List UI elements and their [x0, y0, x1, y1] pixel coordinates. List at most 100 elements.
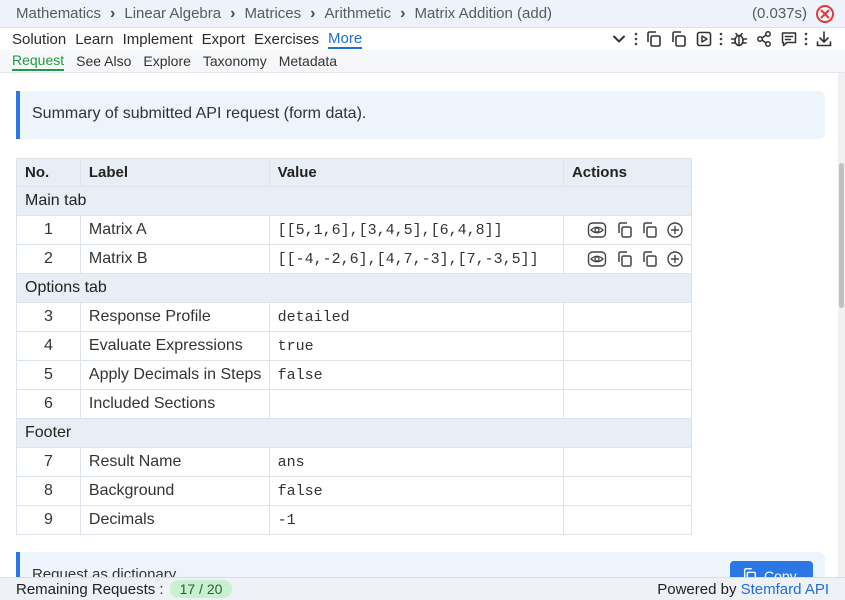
table-row: 3 Response Profile detailed: [16, 302, 693, 332]
row-value: -1: [268, 505, 564, 535]
table-row: 8 Background false: [16, 476, 693, 506]
vertical-dots-icon: [802, 28, 810, 50]
comment-icon[interactable]: [778, 28, 800, 50]
copy-button-label: Copy: [764, 568, 797, 577]
summary-box: Summary of submitted API request (form d…: [16, 91, 825, 139]
chevron-down-icon[interactable]: [608, 28, 630, 50]
tab-taxonomy[interactable]: Taxonomy: [203, 53, 267, 69]
menu-solution[interactable]: Solution: [12, 31, 66, 48]
section-title: Main tab: [16, 186, 692, 216]
stemfard-api-link[interactable]: Stemfard API: [741, 581, 829, 598]
row-number: 6: [16, 389, 81, 419]
section-row: Footer: [16, 418, 692, 448]
vertical-dots-icon: [632, 28, 640, 50]
copy-icon[interactable]: [643, 28, 665, 50]
row-actions: [562, 447, 693, 477]
copy-icon: [742, 567, 758, 577]
row-number: 1: [16, 215, 81, 245]
row-value: [[5,1,6],[3,4,5],[6,4,8]]: [268, 215, 564, 245]
chevron-right-icon: ›: [400, 4, 406, 22]
row-number: 5: [16, 360, 81, 390]
table-row: 5 Apply Decimals in Steps false: [16, 360, 693, 390]
add-icon[interactable]: [664, 249, 686, 269]
breadcrumb-item-mathematics[interactable]: Mathematics: [16, 5, 101, 22]
copy-icon[interactable]: [614, 249, 636, 269]
row-label: Apply Decimals in Steps: [79, 360, 270, 390]
row-label: Matrix B: [79, 244, 270, 274]
breadcrumb-item-linear-algebra[interactable]: Linear Algebra: [124, 5, 221, 22]
chevron-right-icon: ›: [230, 4, 236, 22]
row-number: 4: [16, 331, 81, 361]
breadcrumb-bar: Mathematics › Linear Algebra › Matrices …: [0, 0, 845, 28]
row-value: true: [268, 331, 564, 361]
row-value: false: [268, 476, 564, 506]
request-table: No. Label Value Actions Main tab 1 Matri…: [16, 158, 693, 535]
remaining-requests-label: Remaining Requests :: [16, 580, 164, 598]
column-header-no: No.: [16, 158, 81, 187]
table-row: 6 Included Sections: [16, 389, 693, 419]
timing-label: (0.037s): [751, 5, 807, 22]
share-icon[interactable]: [753, 28, 775, 50]
row-number: 7: [16, 447, 81, 477]
view-icon[interactable]: [586, 220, 608, 240]
row-label: Evaluate Expressions: [79, 331, 270, 361]
chevron-right-icon: ›: [310, 4, 316, 22]
play-icon[interactable]: [693, 28, 715, 50]
duplicate-icon[interactable]: [639, 220, 661, 240]
menu-learn[interactable]: Learn: [75, 31, 113, 48]
row-actions: [562, 302, 693, 332]
section-title: Options tab: [16, 273, 692, 303]
section-title: Footer: [16, 418, 692, 448]
row-actions: [562, 215, 693, 245]
scrollbar-thumb[interactable]: [839, 163, 844, 308]
menu-exercises[interactable]: Exercises: [254, 31, 319, 48]
bug-icon[interactable]: [728, 28, 750, 50]
row-value: ans: [268, 447, 564, 477]
add-icon[interactable]: [664, 220, 686, 240]
breadcrumb-item-arithmetic[interactable]: Arithmetic: [324, 5, 391, 22]
content-area: Summary of submitted API request (form d…: [0, 73, 838, 577]
toolbar: [605, 28, 835, 50]
download-icon[interactable]: [813, 28, 835, 50]
row-actions: [562, 360, 693, 390]
vertical-scrollbar[interactable]: [838, 73, 845, 577]
table-row: 2 Matrix B [[-4,-2,6],[4,7,-3],[7,-3,5]]: [16, 244, 693, 274]
menu-implement[interactable]: Implement: [123, 31, 193, 48]
row-actions: [562, 505, 693, 535]
row-label: Background: [79, 476, 270, 506]
table-row: 7 Result Name ans: [16, 447, 693, 477]
menu-export[interactable]: Export: [202, 31, 245, 48]
table-row: 1 Matrix A [[5,1,6],[3,4,5],[6,4,8]]: [16, 215, 693, 245]
column-header-value: Value: [268, 158, 564, 187]
row-number: 8: [16, 476, 81, 506]
table-row: 4 Evaluate Expressions true: [16, 331, 693, 361]
view-icon[interactable]: [586, 249, 608, 269]
column-header-label: Label: [79, 158, 270, 187]
tab-explore[interactable]: Explore: [143, 53, 190, 69]
copy-button[interactable]: Copy: [730, 561, 813, 577]
subtab-bar: Request See Also Explore Taxonomy Metada…: [0, 50, 845, 73]
table-header-row: No. Label Value Actions: [16, 158, 693, 187]
breadcrumb-item-matrices[interactable]: Matrices: [244, 5, 301, 22]
duplicate-icon[interactable]: [639, 249, 661, 269]
copy-icon[interactable]: [614, 220, 636, 240]
column-header-actions: Actions: [562, 158, 693, 187]
request-dictionary-box: Request as dictionary: [16, 552, 825, 577]
tab-request[interactable]: Request: [12, 51, 65, 71]
tab-metadata[interactable]: Metadata: [279, 53, 337, 69]
row-actions: [562, 476, 693, 506]
row-value: [268, 389, 564, 419]
row-value: detailed: [268, 302, 564, 332]
table-row: 9 Decimals -1: [16, 505, 693, 535]
row-actions: [562, 244, 693, 274]
row-number: 3: [16, 302, 81, 332]
close-icon[interactable]: [815, 4, 835, 24]
powered-by-prefix: Powered by: [657, 581, 737, 598]
copy-all-icon[interactable]: [668, 28, 690, 50]
row-number: 9: [16, 505, 81, 535]
request-dictionary-title: Request as dictionary: [32, 566, 177, 577]
tab-see-also[interactable]: See Also: [76, 53, 131, 69]
menu-more[interactable]: More: [328, 30, 363, 49]
summary-text: Summary of submitted API request (form d…: [32, 105, 367, 122]
row-label: Matrix A: [79, 215, 270, 245]
